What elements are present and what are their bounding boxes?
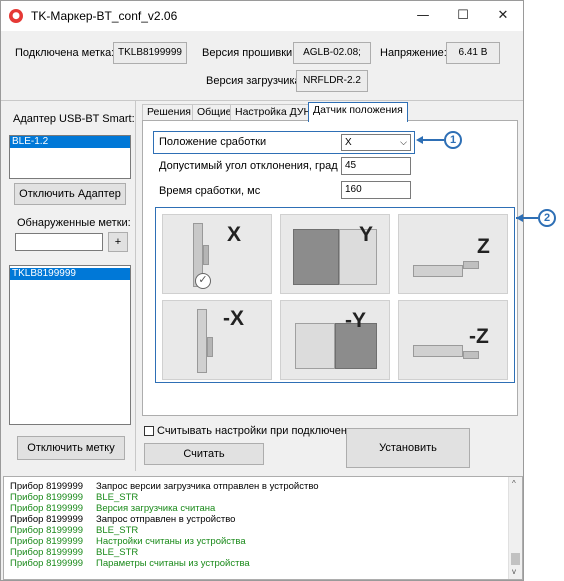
read-on-connect-label: Считывать настройки при подключении — [157, 425, 360, 437]
disconnect-tag-button[interactable]: Отключить метку — [17, 436, 125, 460]
tag-search-input[interactable] — [15, 233, 103, 251]
axis-label-minus-y: -Y — [345, 309, 366, 332]
angle-label: Допустимый угол отклонения, град — [159, 160, 338, 172]
log-message: Параметры считаны из устройства — [96, 558, 250, 569]
log-row: Прибор 8199999 BLE_STR — [10, 547, 138, 558]
axis-label-y: Y — [359, 223, 374, 246]
log-row: Прибор 8199999 Запрос отправлен в устройс… — [10, 514, 235, 525]
device-bottom-shape — [463, 351, 479, 359]
disconnect-adapter-button[interactable]: Отключить Адаптер — [14, 183, 126, 205]
log-message: BLE_STR — [96, 547, 139, 558]
device-top-shape — [463, 261, 479, 269]
position-minus-y-tile[interactable]: -Y — [280, 300, 390, 380]
log-message: Запрос версии загрузчика отправлен в уст… — [96, 481, 319, 492]
time-label: Время сработки, мс — [159, 185, 261, 197]
log-row: Прибор 8199999 Настройки считаны из устро… — [10, 536, 246, 547]
tab-position-sensor[interactable]: Датчик положения — [308, 102, 408, 122]
read-button[interactable]: Считать — [144, 443, 264, 465]
position-x-tile[interactable]: X ✓ — [162, 214, 272, 294]
scroll-thumb[interactable] — [511, 553, 520, 565]
device-side-shape — [197, 309, 207, 373]
found-tag-item[interactable]: TKLB8199999 — [10, 268, 130, 280]
connected-tag-value: TKLB8199999 — [113, 42, 187, 64]
angle-input[interactable]: 45 — [341, 157, 411, 175]
time-input[interactable]: 160 — [341, 181, 411, 199]
add-tag-button[interactable]: + — [108, 232, 128, 252]
log-scrollbar[interactable]: ^ v — [508, 477, 522, 579]
tab-dun-settings[interactable]: Настройка ДУН — [230, 104, 317, 121]
read-on-connect-checkbox[interactable] — [144, 426, 154, 436]
log-device: Прибор 8199999 — [10, 503, 84, 514]
position-sensor-page: Положение сработки X ⌵ Допустимый угол о… — [142, 120, 518, 416]
axis-label-minus-x: -X — [223, 307, 244, 330]
callout-2-badge: 2 — [538, 209, 556, 227]
position-minus-z-tile[interactable]: -Z — [398, 300, 508, 380]
axis-label-x: X — [227, 223, 242, 246]
orientation-grid: X ✓ Y Z -X -Y -Z — [155, 207, 515, 383]
log-device: Прибор 8199999 — [10, 492, 84, 503]
trigger-position-value: X — [345, 137, 352, 148]
bootloader-value: NRFLDR-2.2 — [296, 70, 368, 92]
trigger-position-select[interactable]: X ⌵ — [341, 134, 411, 151]
log-message: BLE_STR — [96, 525, 139, 536]
device-side-shape — [203, 245, 209, 265]
maximize-button[interactable]: ☐ — [443, 3, 483, 29]
device-top-shape — [413, 265, 463, 277]
found-tags-label: Обнаруженные метки: — [17, 217, 131, 229]
voltage-value: 6.41 В — [446, 42, 500, 64]
scroll-down-icon[interactable]: v — [512, 567, 516, 576]
log-row: Прибор 8199999 Версия загрузчика считана — [10, 503, 215, 514]
axis-label-minus-z: -Z — [469, 325, 489, 348]
log-device: Прибор 8199999 — [10, 558, 84, 569]
event-log[interactable]: Прибор 8199999 Запрос версии загрузчика о… — [3, 476, 523, 580]
log-message: BLE_STR — [96, 492, 139, 503]
log-message: Версия загрузчика считана — [96, 503, 216, 514]
device-side-shape — [207, 337, 213, 357]
close-button[interactable]: ✕ — [483, 3, 523, 29]
minimize-button[interactable]: — — [403, 3, 443, 29]
left-panel: Адаптер USB-BT Smart: BLE-1.2 Отключить … — [3, 101, 136, 471]
voltage-label: Напряжение: — [380, 47, 447, 59]
window-title: TK-Маркер-BT_conf_v2.06 — [31, 9, 178, 23]
log-device: Прибор 8199999 — [10, 547, 84, 558]
log-row: Прибор 8199999 Запрос версии загрузчика о… — [10, 481, 319, 492]
adapter-list-item[interactable]: BLE-1.2 — [10, 136, 130, 148]
trigger-position-label: Положение сработки — [159, 136, 267, 148]
log-message: Настройки считаны из устройства — [96, 536, 246, 547]
log-row: Прибор 8199999 BLE_STR — [10, 492, 138, 503]
log-message: Запрос отправлен в устройство — [96, 514, 236, 525]
log-row: Прибор 8199999 Параметры считаны из устро… — [10, 558, 250, 569]
log-device: Прибор 8199999 — [10, 525, 84, 536]
app-logo-icon: ● — [9, 9, 23, 23]
axis-label-z: Z — [477, 235, 490, 258]
adapter-label: Адаптер USB-BT Smart: — [13, 113, 135, 125]
firmware-label: Версия прошивки: — [202, 47, 296, 59]
device-front-shape — [293, 229, 339, 285]
install-button[interactable]: Установить — [346, 428, 470, 468]
tab-decisions[interactable]: Решения — [142, 104, 196, 121]
position-minus-x-tile[interactable]: -X — [162, 300, 272, 380]
firmware-value: AGLB-02.08; — [293, 42, 371, 64]
position-z-tile[interactable]: Z — [398, 214, 508, 294]
callout-1-badge: 1 — [444, 131, 462, 149]
position-y-tile[interactable]: Y — [280, 214, 390, 294]
scroll-up-icon[interactable]: ^ — [512, 479, 516, 488]
device-back-shape — [295, 323, 335, 369]
device-bottom-shape — [413, 345, 463, 357]
log-device: Прибор 8199999 — [10, 514, 84, 525]
log-device: Прибор 8199999 — [10, 481, 84, 492]
bootloader-label: Версия загрузчика: — [206, 75, 304, 87]
adapter-list[interactable]: BLE-1.2 — [9, 135, 131, 179]
found-tags-list[interactable]: TKLB8199999 — [9, 265, 131, 425]
app-window: ● TK-Маркер-BT_conf_v2.06 — ☐ ✕ Подключе… — [0, 0, 524, 581]
chevron-down-icon[interactable]: ⌵ — [400, 135, 407, 150]
log-device: Прибор 8199999 — [10, 536, 84, 547]
connected-tag-label: Подключена метка: — [15, 47, 115, 59]
connection-info-panel: Подключена метка: TKLB8199999 Версия про… — [1, 31, 523, 101]
log-row: Прибор 8199999 BLE_STR — [10, 525, 138, 536]
check-icon: ✓ — [195, 273, 211, 289]
title-bar: ● TK-Маркер-BT_conf_v2.06 — ☐ ✕ — [1, 1, 523, 31]
